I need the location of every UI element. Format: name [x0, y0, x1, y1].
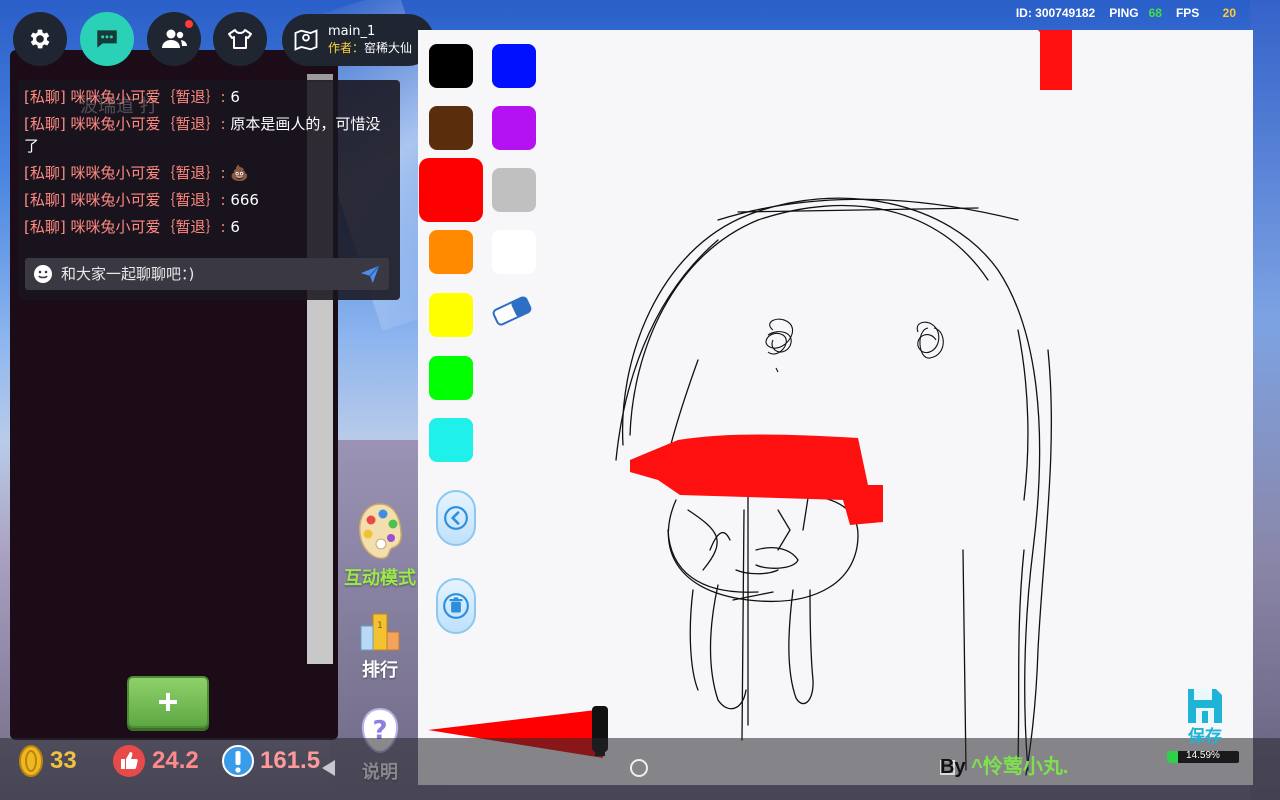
map-author: 作者：窑稀大仙 [328, 41, 413, 55]
color-swatch[interactable] [429, 230, 473, 274]
chat-sender: 咪咪兔小可爱｛暂退｝: [70, 218, 226, 236]
color-swatch[interactable] [492, 106, 536, 150]
emoji-icon[interactable] [33, 264, 53, 284]
chat-text: 6 [230, 218, 240, 236]
map-name: main_1 [328, 24, 376, 39]
chat-channel: [私聊] [24, 191, 66, 209]
outfit-icon [228, 29, 252, 49]
plus-icon [159, 693, 177, 711]
coin-stat: 33 [18, 744, 77, 778]
clear-canvas-button[interactable] [436, 578, 476, 634]
ping-readout: PING 68 [1109, 6, 1162, 20]
fps-readout: FPS 20 [1175, 6, 1236, 20]
chat-text: 💩 [230, 164, 250, 182]
color-swatch[interactable] [419, 158, 483, 222]
brush-size-slider[interactable] [418, 30, 1253, 785]
outfit-button[interactable] [213, 12, 267, 66]
chat-sender: 咪咪兔小可爱｛暂退｝: [70, 115, 226, 133]
friends-button[interactable] [147, 12, 201, 66]
add-button[interactable] [127, 676, 209, 728]
ranking-label: 排行 [362, 660, 398, 681]
chat-sender: 咪咪兔小可爱｛暂退｝: [70, 164, 226, 182]
map-info[interactable]: main_1 作者：窑稀大仙 [282, 14, 434, 66]
chat-message: [私聊] 咪咪兔小可爱｛暂退｝: 原本是画人的，可惜没了 [24, 113, 384, 157]
friends-icon [162, 29, 187, 48]
background-sky-edge [1250, 0, 1280, 800]
send-button[interactable] [359, 263, 381, 289]
map-pin-icon [294, 29, 318, 51]
credit-by: By [940, 756, 966, 778]
chevron-left-icon [444, 506, 468, 530]
nav-back-icon[interactable] [322, 760, 335, 776]
podium-icon: 1 [360, 613, 400, 651]
chat-message: [私聊] 咪咪兔小可爱｛暂退｝: 💩 [24, 162, 384, 184]
chat-input-bar[interactable] [25, 258, 389, 290]
chat-channel: [私聊] [24, 164, 66, 182]
chat-text: 6 [230, 88, 240, 106]
color-swatch[interactable] [429, 356, 473, 400]
chat-sender: 咪咪兔小可爱｛暂退｝: [70, 88, 226, 106]
coin-value: 33 [50, 747, 77, 774]
color-swatch[interactable] [492, 168, 536, 212]
player-id: ID: 300749182 [1015, 6, 1096, 20]
save-label: 保存 [1188, 727, 1222, 747]
color-swatch[interactable] [429, 44, 473, 88]
save-progress-text: 14.59% [1186, 751, 1220, 761]
back-button[interactable] [436, 490, 476, 546]
save-button[interactable]: 保存 [1180, 686, 1230, 747]
coin-icon [19, 745, 43, 777]
chat-sender: 咪咪兔小可爱｛暂退｝: [70, 191, 226, 209]
trash-icon [443, 593, 469, 619]
chat-button[interactable] [80, 12, 134, 66]
color-swatch[interactable] [492, 230, 536, 274]
exclamation-icon [222, 745, 254, 777]
chat-text: 666 [230, 191, 259, 209]
chat-message: [私聊] 咪咪兔小可爱｛暂退｝: 666 [24, 189, 384, 211]
settings-button[interactable] [13, 12, 67, 66]
notification-dot [183, 18, 195, 30]
palette-icon [358, 503, 402, 559]
send-icon [360, 265, 380, 284]
color-swatch[interactable] [429, 293, 473, 337]
chat-message-list[interactable]: [私聊] 咪咪兔小可爱｛暂退｝: 6 [私聊] 咪咪兔小可爱｛暂退｝: 原本是画人… [24, 86, 384, 243]
color-swatch[interactable] [429, 106, 473, 150]
save-progress-bar: 14.59% [1167, 751, 1239, 763]
interactive-mode-label: 互动模式 [344, 568, 416, 589]
floppy-save-icon [1188, 689, 1222, 723]
eraser-icon [492, 296, 532, 326]
artist-credit: By ^怜莺小丸. [940, 750, 1068, 779]
chat-channel: [私聊] [24, 115, 66, 133]
interactive-mode-button[interactable]: 互动模式 [340, 500, 420, 590]
gear-icon [30, 29, 50, 49]
drawing-board[interactable] [418, 30, 1253, 785]
likes-value: 24.2 [152, 747, 199, 774]
eraser-tool[interactable] [490, 293, 534, 333]
ranking-button[interactable]: 1 排行 [340, 610, 420, 682]
chat-message: [私聊] 咪咪兔小可爱｛暂退｝: 6 [24, 86, 384, 108]
chat-icon [97, 30, 117, 48]
chat-input[interactable] [61, 265, 341, 283]
chat-channel: [私聊] [24, 218, 66, 236]
color-swatch[interactable] [429, 418, 473, 462]
likes-stat: 24.2 [112, 744, 199, 778]
network-hud: ID: 300749182 PING 68 FPS 20 [1016, 6, 1236, 20]
alerts-stat: 161.5 [222, 744, 320, 778]
nav-home-icon[interactable] [630, 759, 648, 777]
credit-name: ^怜莺小丸. [971, 756, 1069, 778]
svg-text:1: 1 [377, 621, 383, 631]
chat-message: [私聊] 咪咪兔小可爱｛暂退｝: 6 [24, 216, 384, 238]
alerts-value: 161.5 [260, 747, 321, 774]
chat-channel: [私聊] [24, 88, 66, 106]
thumbs-up-icon [113, 745, 145, 777]
color-swatch[interactable] [492, 44, 536, 88]
